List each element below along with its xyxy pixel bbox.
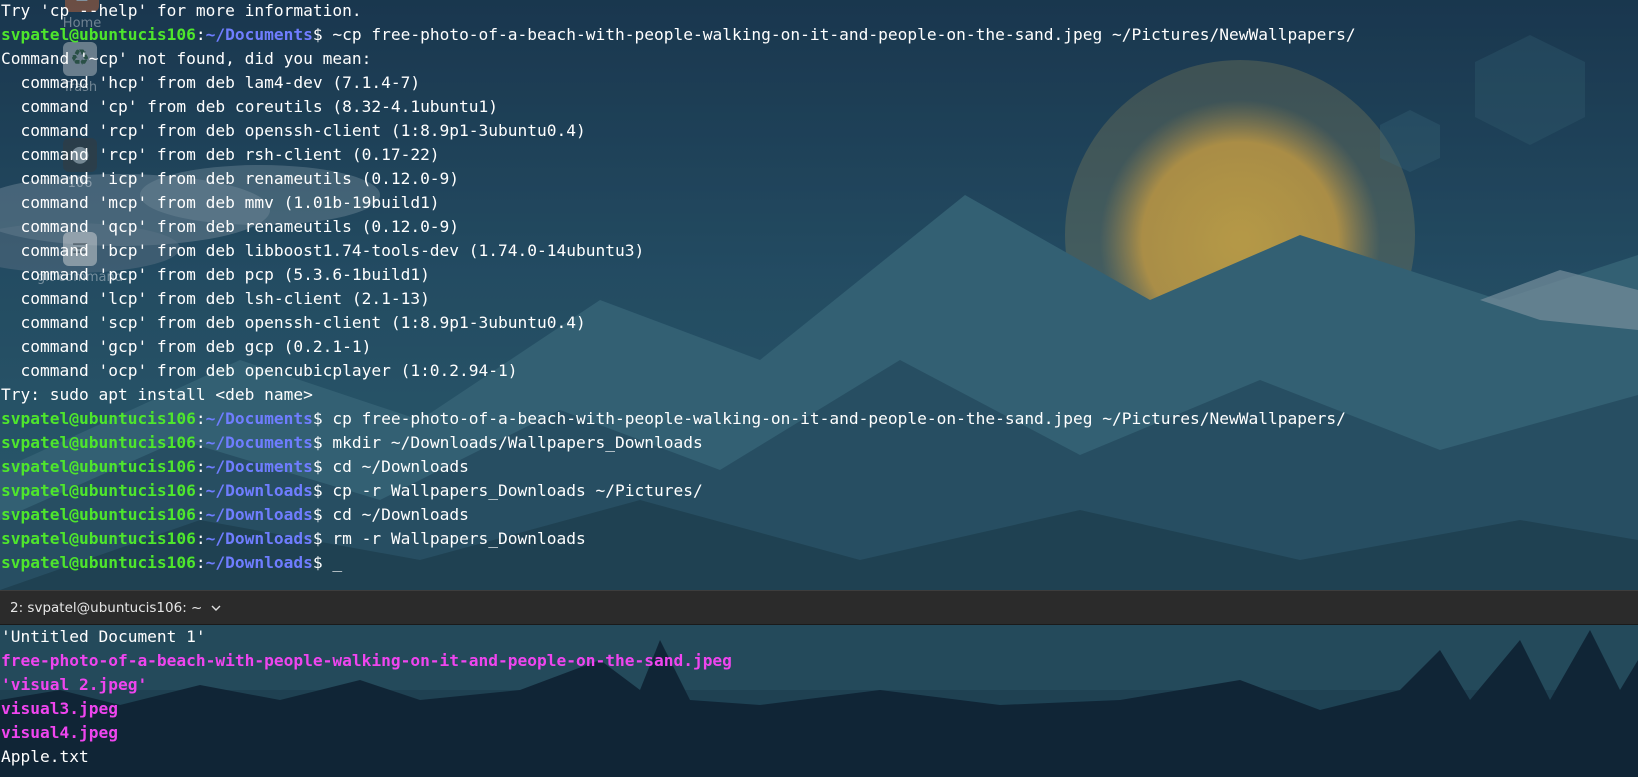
file-entry-image: visual3.jpeg: [1, 699, 118, 718]
command-text: [323, 553, 333, 572]
output-line: command 'icp' from deb renameutils (0.12…: [1, 169, 460, 188]
prompt-symbol: $: [312, 505, 323, 524]
command-text: cd ~/Downloads: [322, 457, 469, 476]
prompt-line: svpatel@ubuntucis106:~/Downloads$ _: [1, 551, 1638, 575]
output-line: command 'rcp' from deb rsh-client (0.17-…: [1, 145, 440, 164]
output-line: command 'gcp' from deb gcp (0.2.1-1): [1, 337, 372, 356]
terminal-pane-bottom[interactable]: 'Untitled Document 1' free-photo-of-a-bea…: [0, 625, 1638, 777]
command-text: cd ~/Downloads: [322, 505, 469, 524]
output-line: command 'pcp' from deb pcp (5.3.6-1build…: [1, 265, 430, 284]
prompt-path: ~/Downloads: [205, 529, 313, 548]
command-text: rm -r Wallpapers_Downloads: [322, 529, 586, 548]
prompt-path: ~/Downloads: [205, 481, 313, 500]
prompt-symbol: $: [312, 457, 323, 476]
command-text: cp -r Wallpapers_Downloads ~/Pictures/: [322, 481, 703, 500]
file-entry: 'Untitled Document 1': [1, 627, 206, 646]
prompt-separator: :: [195, 457, 206, 476]
prompt-user-host: svpatel@ubuntucis106: [1, 481, 196, 500]
output-line: command 'ocp' from deb opencubicplayer (…: [1, 361, 518, 380]
prompt-separator: :: [195, 433, 206, 452]
output-line: command 'lcp' from deb lsh-client (2.1-1…: [1, 289, 430, 308]
prompt-path: ~/Documents: [205, 457, 313, 476]
terminal-pane-top[interactable]: Try 'cp --help' for more information. svp…: [0, 0, 1638, 590]
text-cursor: _: [332, 553, 343, 572]
prompt-symbol: $: [312, 25, 323, 44]
file-entry-image: visual4.jpeg: [1, 723, 118, 742]
prompt-line: svpatel@ubuntucis106:~/Documents$ cd ~/D…: [1, 455, 1638, 479]
prompt-path: ~/Downloads: [205, 553, 313, 572]
prompt-line: svpatel@ubuntucis106:~/Documents$ ~cp fr…: [1, 23, 1638, 47]
prompt-separator: :: [195, 553, 206, 572]
prompt-symbol: $: [312, 409, 323, 428]
prompt-line: svpatel@ubuntucis106:~/Downloads$ cp -r …: [1, 479, 1638, 503]
prompt-separator: :: [195, 409, 206, 428]
prompt-symbol: $: [312, 553, 323, 572]
terminal-tab-bar: 2: svpatel@ubuntucis106: ~: [0, 590, 1638, 625]
prompt-separator: :: [195, 25, 206, 44]
output-line: command 'cp' from deb coreutils (8.32-4.…: [1, 97, 499, 116]
output-line: command 'hcp' from deb lam4-dev (7.1.4-7…: [1, 73, 421, 92]
command-text: cp free-photo-of-a-beach-with-people-wal…: [322, 409, 1346, 428]
prompt-line: svpatel@ubuntucis106:~/Documents$ mkdir …: [1, 431, 1638, 455]
file-entry-image: free-photo-of-a-beach-with-people-walkin…: [1, 651, 732, 670]
output-line: Try: sudo apt install <deb name>: [1, 385, 313, 404]
prompt-user-host: svpatel@ubuntucis106: [1, 529, 196, 548]
chevron-down-icon[interactable]: [210, 602, 222, 614]
prompt-path: ~/Documents: [205, 409, 313, 428]
prompt-line: svpatel@ubuntucis106:~/Downloads$ cd ~/D…: [1, 503, 1638, 527]
prompt-path: ~/Documents: [205, 25, 313, 44]
file-entry-image: 'visual 2.jpeg': [1, 675, 148, 694]
command-text: ~cp free-photo-of-a-beach-with-people-wa…: [322, 25, 1356, 44]
prompt-user-host: svpatel@ubuntucis106: [1, 553, 196, 572]
prompt-line: svpatel@ubuntucis106:~/Downloads$ rm -r …: [1, 527, 1638, 551]
file-entry: Apple.txt: [1, 747, 89, 766]
prompt-separator: :: [195, 505, 206, 524]
prompt-symbol: $: [312, 529, 323, 548]
prompt-path: ~/Downloads: [205, 505, 313, 524]
output-line: Try 'cp --help' for more information.: [1, 1, 362, 20]
output-line: command 'bcp' from deb libboost1.74-tool…: [1, 241, 645, 260]
prompt-separator: :: [195, 481, 206, 500]
prompt-line: svpatel@ubuntucis106:~/Documents$ cp fre…: [1, 407, 1638, 431]
terminal-tab-title[interactable]: 2: svpatel@ubuntucis106: ~: [10, 600, 202, 616]
output-line: command 'scp' from deb openssh-client (1…: [1, 313, 586, 332]
output-line: command 'qcp' from deb renameutils (0.12…: [1, 217, 460, 236]
prompt-user-host: svpatel@ubuntucis106: [1, 505, 196, 524]
prompt-user-host: svpatel@ubuntucis106: [1, 457, 196, 476]
output-line: command 'mcp' from deb mmv (1.01b-19buil…: [1, 193, 440, 212]
prompt-user-host: svpatel@ubuntucis106: [1, 25, 196, 44]
output-line: Command '~cp' not found, did you mean:: [1, 49, 372, 68]
command-text: mkdir ~/Downloads/Wallpapers_Downloads: [322, 433, 703, 452]
prompt-user-host: svpatel@ubuntucis106: [1, 409, 196, 428]
prompt-symbol: $: [312, 433, 323, 452]
output-line: command 'rcp' from deb openssh-client (1…: [1, 121, 586, 140]
prompt-symbol: $: [312, 481, 323, 500]
prompt-path: ~/Documents: [205, 433, 313, 452]
prompt-user-host: svpatel@ubuntucis106: [1, 433, 196, 452]
prompt-separator: :: [195, 529, 206, 548]
